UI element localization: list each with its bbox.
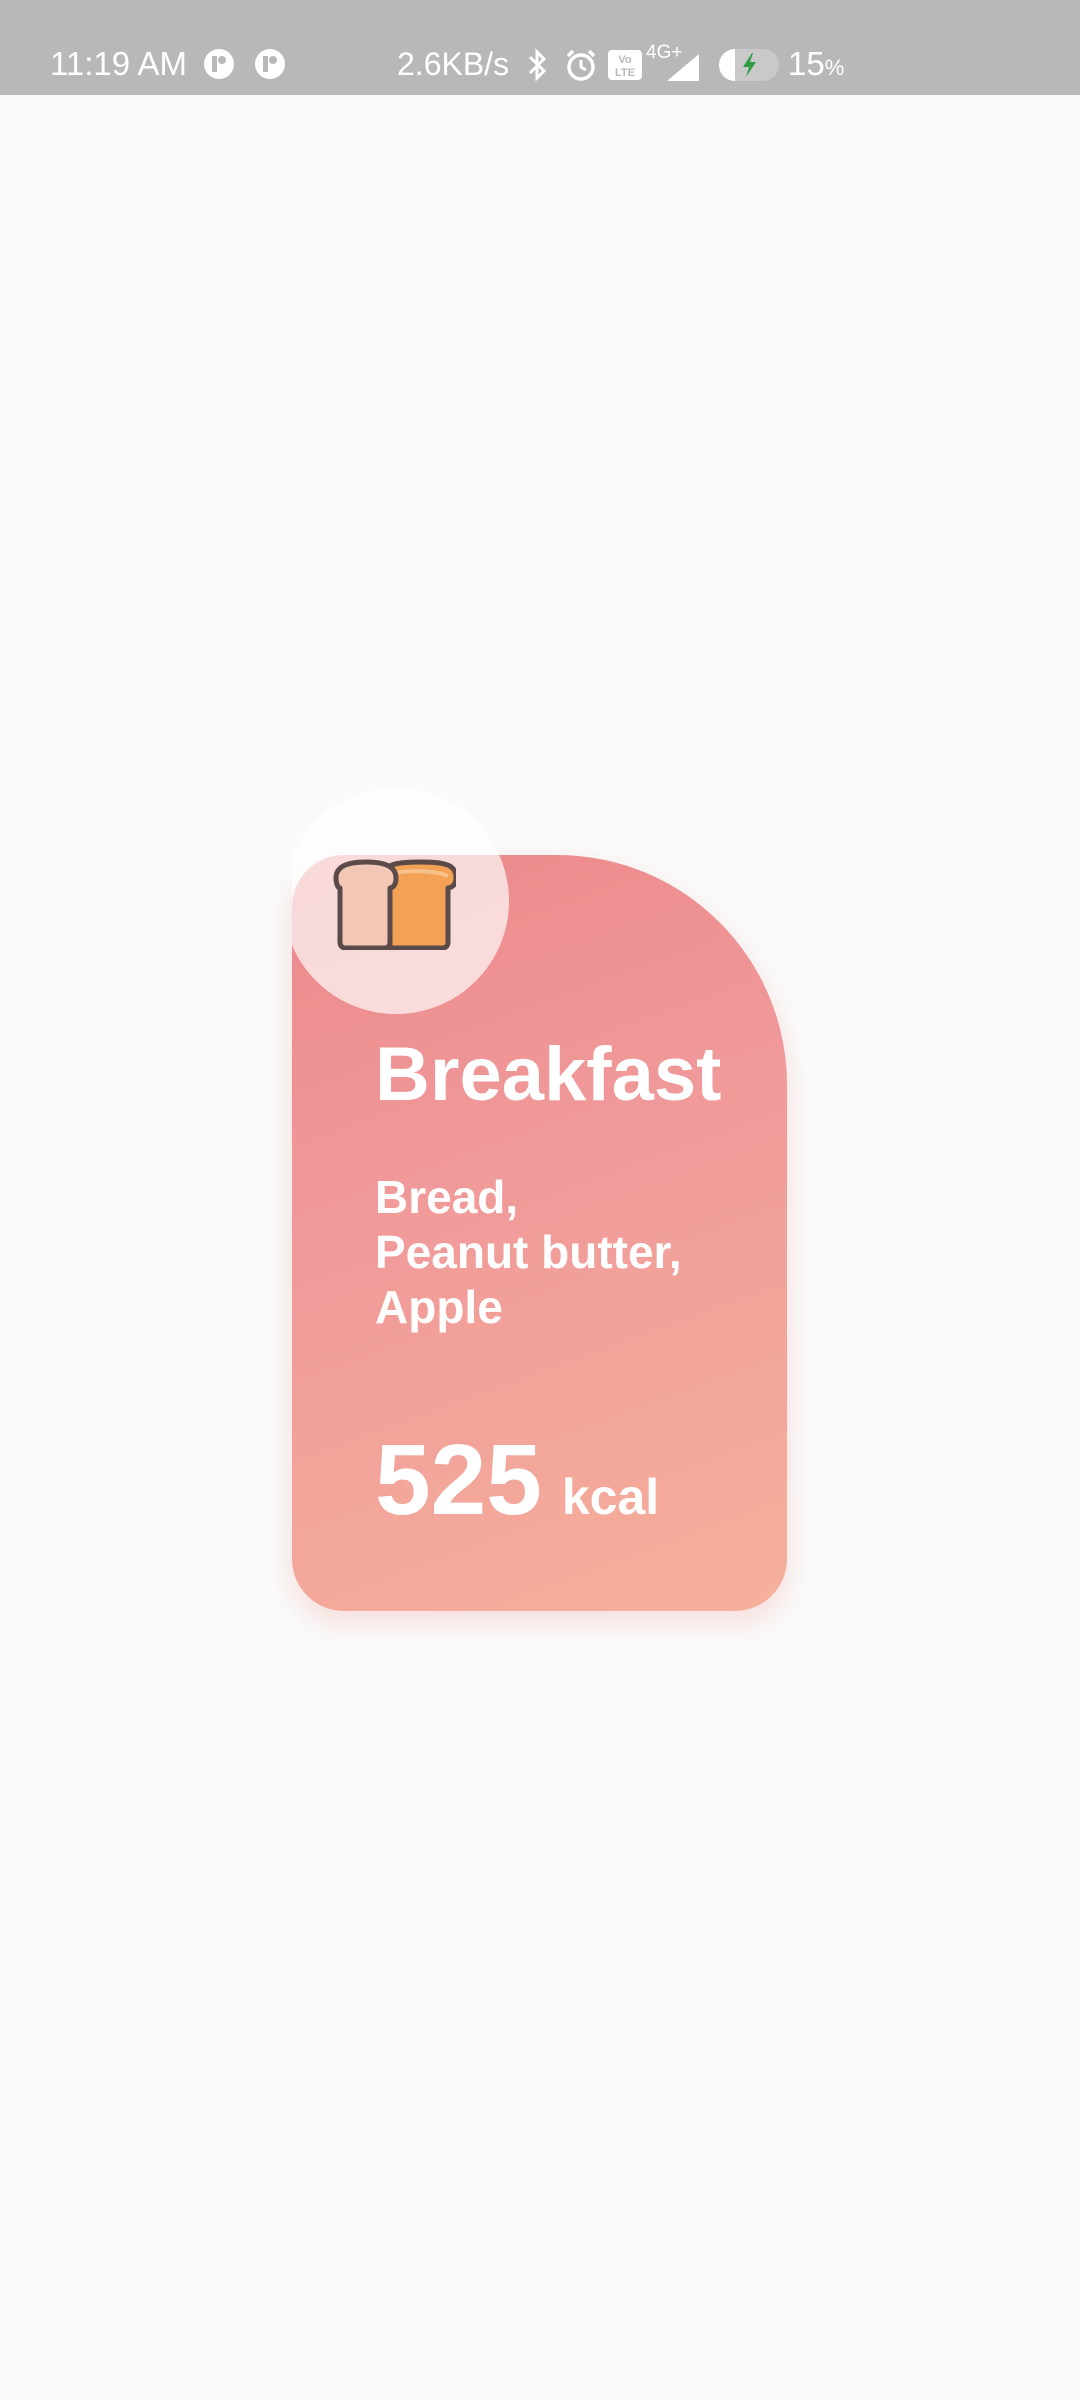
food-item: Peanut butter,: [375, 1226, 682, 1278]
network-speed: 2.6KB/s: [397, 46, 510, 82]
calorie-unit: kcal: [561, 1469, 660, 1525]
battery-percent: 15%: [788, 45, 845, 82]
food-list: Bread, Peanut butter, Apple: [375, 1170, 755, 1335]
alarm-icon: [566, 49, 596, 81]
app-notification-icon: [204, 49, 234, 79]
bread-icon: [333, 859, 456, 950]
signal-icon: [667, 54, 699, 81]
status-bar: 11:19 AM 2.6KB/s Vo LTE 4G+ 15%: [0, 0, 1080, 95]
volte-icon: Vo LTE: [608, 50, 642, 80]
calorie-summary: 525 kcal: [375, 1425, 659, 1535]
food-item: Bread,: [375, 1171, 519, 1223]
svg-text:Vo: Vo: [618, 54, 632, 66]
svg-text:LTE: LTE: [615, 67, 635, 79]
bluetooth-icon: [528, 48, 547, 82]
meal-title: Breakfast: [375, 1032, 722, 1117]
calorie-value: 525: [375, 1424, 542, 1536]
battery-charging-icon: [719, 49, 779, 81]
app-notification-icon: [255, 49, 285, 79]
status-time: 11:19 AM: [50, 45, 187, 82]
food-item: Apple: [375, 1281, 503, 1333]
